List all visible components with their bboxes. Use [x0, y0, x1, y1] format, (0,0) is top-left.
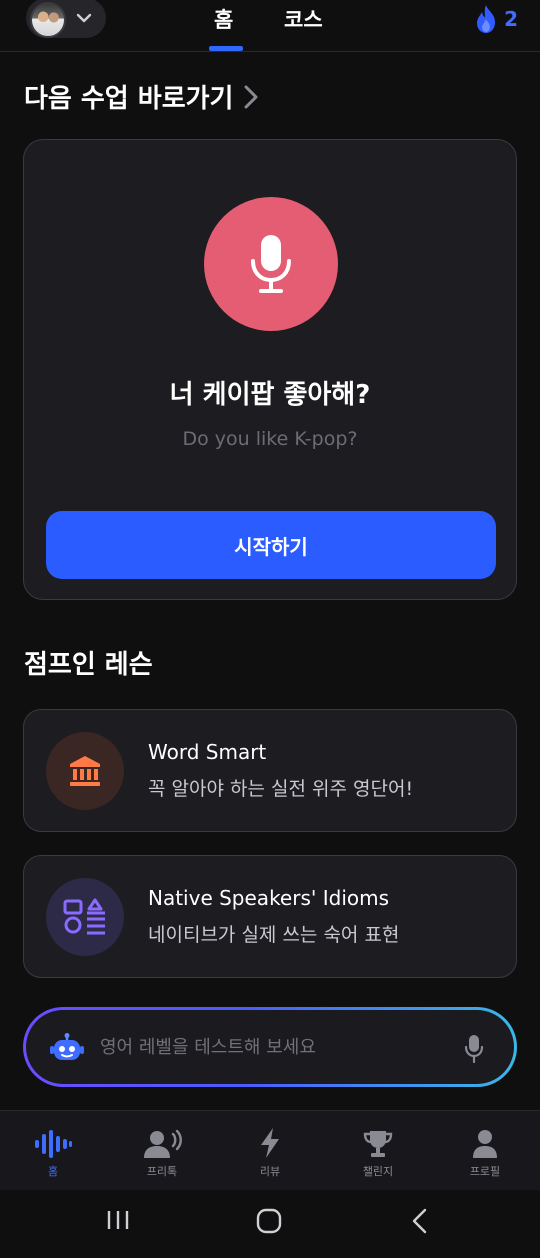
nav-label: 프로필	[469, 1165, 501, 1178]
back-icon[interactable]	[410, 1208, 430, 1234]
streak-count: 2	[504, 7, 518, 31]
nav-review[interactable]: 리뷰	[230, 1127, 310, 1179]
bottom-nav: 홈 프리톡 리뷰 챌린지 프로필	[0, 1110, 540, 1190]
lesson-phrase-korean: 너 케이팝 좋아해?	[169, 380, 371, 410]
jump-lesson-card[interactable]: Native Speakers' Idioms 네이티브가 실제 쓰는 숙어 표…	[23, 855, 517, 978]
microphone-icon[interactable]	[464, 1034, 484, 1064]
next-lesson-card[interactable]: 너 케이팝 좋아해? Do you like K-pop? 시작하기	[23, 139, 517, 600]
sound-wave-icon	[35, 1130, 72, 1158]
nav-freetalk[interactable]: 프리톡	[122, 1127, 202, 1179]
lightning-icon	[261, 1128, 279, 1158]
nav-label: 챌린지	[362, 1165, 394, 1178]
tab-home[interactable]: 홈	[214, 4, 233, 34]
home-button-icon[interactable]	[256, 1208, 282, 1234]
recent-apps-icon[interactable]	[106, 1208, 130, 1232]
next-lesson-link[interactable]: 다음 수업 바로가기	[24, 78, 259, 115]
jump-lesson-card[interactable]: Word Smart 꼭 알아야 하는 실전 위주 영단어!	[23, 709, 517, 832]
tab-course[interactable]: 코스	[284, 4, 323, 34]
bank-icon	[46, 732, 124, 810]
avatar	[30, 2, 66, 38]
nav-label: 리뷰	[259, 1165, 281, 1178]
profile-switcher[interactable]	[26, 0, 106, 38]
system-nav-bar	[0, 1190, 540, 1258]
level-test-input[interactable]	[100, 1032, 450, 1062]
ai-level-test-bar[interactable]	[23, 1007, 517, 1087]
nav-challenge[interactable]: 챌린지	[338, 1127, 418, 1179]
lesson-title: Native Speakers' Idioms	[148, 886, 390, 910]
lesson-phrase-english: Do you like K-pop?	[182, 428, 358, 450]
next-lesson-title: 다음 수업 바로가기	[24, 84, 234, 114]
nav-profile[interactable]: 프로필	[445, 1127, 525, 1179]
speaking-person-icon	[144, 1129, 182, 1158]
nav-label: 홈	[47, 1165, 59, 1178]
robot-icon	[50, 1033, 84, 1060]
mic-button[interactable]	[204, 197, 338, 331]
top-bar: 홈 코스 2	[0, 0, 540, 52]
jump-in-title: 점프인 레슨	[24, 650, 153, 680]
streak-counter[interactable]: 2	[474, 4, 518, 34]
trophy-icon	[363, 1131, 393, 1157]
nav-label: 프리톡	[146, 1165, 178, 1178]
person-icon	[473, 1130, 497, 1158]
chevron-down-icon	[76, 13, 92, 23]
chevron-right-icon	[244, 85, 258, 108]
nav-home[interactable]: 홈	[13, 1127, 93, 1179]
lesson-subtitle: 꼭 알아야 하는 실전 위주 영단어!	[148, 778, 414, 800]
microphone-icon	[251, 235, 291, 293]
start-button[interactable]: 시작하기	[46, 511, 496, 579]
active-tab-indicator	[209, 46, 243, 51]
flame-icon	[477, 5, 496, 33]
idiom-icon	[46, 878, 124, 956]
lesson-title: Word Smart	[148, 740, 267, 764]
lesson-subtitle: 네이티브가 실제 쓰는 숙어 표현	[148, 924, 400, 946]
